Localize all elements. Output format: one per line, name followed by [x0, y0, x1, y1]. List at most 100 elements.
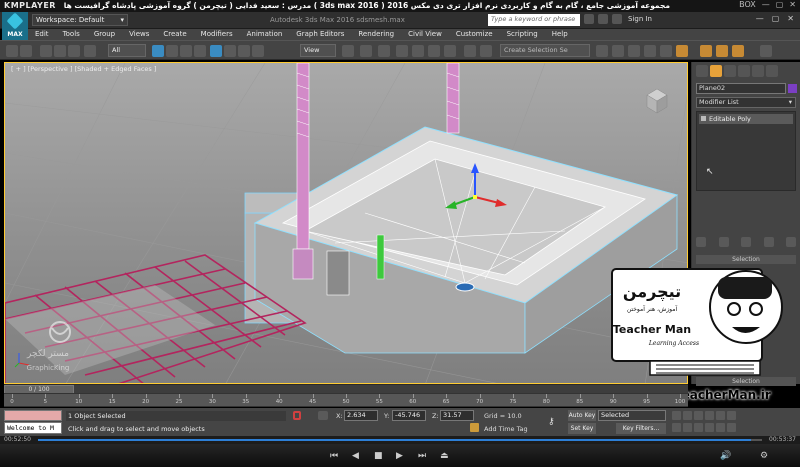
player-maximize-button[interactable]: ▢	[776, 0, 784, 9]
layer-explorer-icon[interactable]	[612, 45, 624, 57]
undo-icon[interactable]	[6, 45, 18, 57]
zoom-icon[interactable]	[672, 423, 681, 432]
orbit-icon[interactable]	[716, 423, 725, 432]
angle-snap-icon[interactable]	[412, 45, 424, 57]
pin-stack-icon[interactable]	[696, 237, 706, 247]
viewport-label[interactable]: [ + ] [Perspective ] [Shaded + Edged Fac…	[11, 65, 156, 73]
key-filters-button[interactable]: Key Filters...	[616, 423, 666, 434]
key-icon[interactable]: ⚷	[548, 417, 555, 427]
stop-icon[interactable]: ■	[374, 451, 383, 461]
star-icon[interactable]	[598, 14, 608, 24]
schematic-view-icon[interactable]	[660, 45, 672, 57]
go-to-start-icon[interactable]	[672, 411, 681, 420]
percent-snap-icon[interactable]	[428, 45, 440, 57]
align-icon[interactable]	[596, 45, 608, 57]
rect-selection-icon[interactable]	[180, 45, 192, 57]
selection-filter-dropdown[interactable]: All	[108, 44, 146, 57]
display-tab-icon[interactable]	[752, 65, 764, 77]
spinner-snap-icon[interactable]	[444, 45, 456, 57]
next-frame-icon[interactable]	[705, 411, 714, 420]
menu-tools[interactable]: Tools	[56, 29, 87, 40]
previous-frame-icon[interactable]	[683, 411, 692, 420]
hierarchy-tab-icon[interactable]	[724, 65, 736, 77]
auto-key-button[interactable]: Auto Key	[568, 410, 596, 421]
render-setup-icon[interactable]	[700, 45, 712, 57]
render-production-icon[interactable]	[732, 45, 744, 57]
menu-modifiers[interactable]: Modifiers	[194, 29, 240, 40]
x-coordinate-field[interactable]: 2.634	[344, 410, 378, 421]
binoculars-icon[interactable]	[584, 14, 594, 24]
reference-coordinate-dropdown[interactable]: View	[300, 44, 336, 57]
rendered-frame-window-icon[interactable]	[716, 45, 728, 57]
app-maximize-button[interactable]: ▢	[772, 14, 780, 23]
snaps-toggle-icon[interactable]	[396, 45, 408, 57]
add-time-tag-button[interactable]: Add Time Tag	[484, 425, 528, 433]
toolbar-more-icon[interactable]	[760, 45, 772, 57]
player-progress-bar[interactable]: 00:52:50 00:53:37	[0, 436, 800, 444]
modifier-list-dropdown[interactable]: Modifier List	[696, 97, 796, 108]
player-minimize-button[interactable]: —	[762, 0, 770, 9]
show-end-result-icon[interactable]	[718, 237, 729, 247]
player-seek-track[interactable]	[38, 439, 762, 441]
field-of-view-icon[interactable]	[694, 423, 703, 432]
time-slider[interactable]: 0 / 100	[4, 384, 688, 394]
unlink-icon[interactable]	[54, 45, 66, 57]
app-minimize-button[interactable]: —	[756, 14, 764, 23]
mirror-icon[interactable]	[480, 45, 492, 57]
pan-icon[interactable]	[705, 423, 714, 432]
zoom-all-icon[interactable]	[683, 423, 692, 432]
utilities-tab-icon[interactable]	[766, 65, 778, 77]
make-unique-icon[interactable]	[741, 237, 751, 247]
selection-lock-icon[interactable]	[293, 411, 301, 420]
previous-icon[interactable]: ⏮	[330, 451, 338, 461]
eject-icon[interactable]: ⏏	[440, 451, 449, 461]
volume-icon[interactable]: 🔊	[720, 451, 731, 461]
edit-named-selection-icon[interactable]	[464, 45, 476, 57]
perspective-viewport[interactable]: [ + ] [Perspective ] [Shaded + Edged Fac…	[4, 62, 688, 384]
maxscript-mini-listener[interactable]	[4, 410, 62, 421]
menu-graph-editors[interactable]: Graph Editors	[289, 29, 351, 40]
menu-animation[interactable]: Animation	[240, 29, 290, 40]
player-play-icon[interactable]: ▶	[396, 451, 403, 461]
settings-icon[interactable]: ⚙	[760, 451, 768, 461]
maximize-viewport-icon[interactable]	[727, 423, 736, 432]
menu-help[interactable]: Help	[545, 29, 575, 40]
go-to-end-icon[interactable]	[716, 411, 725, 420]
menu-views[interactable]: Views	[122, 29, 156, 40]
menu-create[interactable]: Create	[156, 29, 193, 40]
menu-rendering[interactable]: Rendering	[351, 29, 401, 40]
app-logo-button[interactable]: MAX	[2, 12, 28, 40]
stack-item-editable-poly[interactable]: Editable Poly	[699, 114, 793, 124]
y-coordinate-field[interactable]: -45.746	[392, 410, 426, 421]
search-input[interactable]: Type a keyword or phrase	[488, 14, 580, 26]
select-and-scale-icon[interactable]	[238, 45, 250, 57]
maxscript-listener-output[interactable]: Welcome to M	[4, 422, 62, 434]
player-box-button[interactable]: BOX	[739, 0, 756, 9]
ribbon-icon[interactable]	[628, 45, 640, 57]
menu-civil-view[interactable]: Civil View	[401, 29, 449, 40]
time-configuration-icon[interactable]	[727, 411, 736, 420]
select-by-name-icon[interactable]	[166, 45, 178, 57]
configure-modifier-sets-icon[interactable]	[786, 237, 796, 247]
app-close-button[interactable]: ✕	[787, 14, 794, 23]
modify-tab-icon[interactable]	[710, 65, 722, 77]
menu-scripting[interactable]: Scripting	[500, 29, 545, 40]
motion-tab-icon[interactable]	[738, 65, 750, 77]
workspace-dropdown[interactable]: Workspace: Default	[32, 14, 128, 26]
curve-editor-icon[interactable]	[644, 45, 656, 57]
place-icon[interactable]	[252, 45, 264, 57]
create-selection-set-dropdown[interactable]: Create Selection Se	[500, 44, 590, 57]
play-icon[interactable]	[694, 411, 703, 420]
player-close-button[interactable]: ✕	[789, 0, 796, 9]
rewind-icon[interactable]: ◀	[352, 451, 359, 461]
object-color-swatch[interactable]	[788, 84, 797, 93]
select-and-move-icon[interactable]	[210, 45, 222, 57]
material-editor-icon[interactable]	[676, 45, 688, 57]
set-key-button[interactable]: Set Key	[568, 423, 596, 434]
user-icon[interactable]	[612, 14, 622, 24]
keyboard-shortcut-icon[interactable]	[378, 45, 390, 57]
move-icon[interactable]	[84, 45, 96, 57]
sign-in-button[interactable]: Sign In	[628, 15, 652, 23]
key-selection-dropdown[interactable]: Selected	[598, 410, 666, 421]
create-tab-icon[interactable]	[696, 65, 708, 77]
